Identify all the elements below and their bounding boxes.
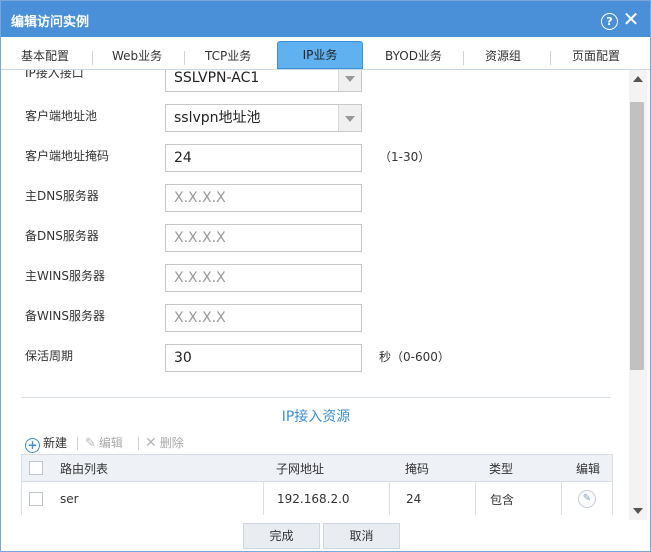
- client-pool-select[interactable]: sslvpn地址池: [165, 104, 362, 132]
- client-mask-hint: （1-30）: [379, 150, 431, 164]
- new-label: 新建: [43, 436, 68, 450]
- tab-divider: [550, 51, 551, 65]
- cell-route-list: ser: [60, 492, 79, 506]
- primary-dns-input[interactable]: X.X.X.X: [165, 184, 362, 212]
- pencil-icon: ✎: [85, 436, 96, 451]
- column-header-mask[interactable]: 掩码: [405, 455, 475, 481]
- client-pool-value: sslvpn地址池: [174, 110, 261, 126]
- backup-wins-input[interactable]: X.X.X.X: [165, 304, 362, 332]
- table-row[interactable]: ser 192.168.2.0 24 包含 ✎: [22, 482, 612, 515]
- row-checkbox-cell: [22, 482, 50, 515]
- tab-page-config[interactable]: 页面配置: [572, 44, 620, 68]
- plus-icon: +: [25, 438, 40, 453]
- scrollbar-thumb[interactable]: [630, 102, 644, 370]
- tab-ip-service[interactable]: IP业务: [277, 41, 363, 69]
- client-mask-input[interactable]: 24: [165, 144, 362, 172]
- backup-dns-label: 备DNS服务器: [25, 229, 99, 243]
- tab-divider: [92, 51, 93, 65]
- keepalive-hint: 秒（0-600）: [379, 350, 450, 364]
- dialog-title: 编辑访问实例: [11, 15, 90, 30]
- row-checkbox[interactable]: [29, 492, 43, 506]
- column-header-subnet[interactable]: 子网地址: [276, 455, 386, 481]
- ip-resources-title: IP接入资源: [281, 409, 351, 425]
- delete-button[interactable]: ✕ 删除: [145, 434, 184, 452]
- ip-access-interface-select[interactable]: SSLVPN-AC1: [165, 70, 362, 92]
- ip-access-interface-label: IP接入接口: [25, 70, 84, 80]
- vertical-scrollbar[interactable]: [629, 70, 647, 520]
- keepalive-label: 保活周期: [25, 349, 74, 363]
- primary-wins-input[interactable]: X.X.X.X: [165, 264, 362, 292]
- select-all-checkbox[interactable]: [29, 461, 43, 475]
- cell-type: 包含: [475, 482, 561, 515]
- tab-divider: [184, 51, 185, 65]
- section-divider: [21, 397, 611, 398]
- edit-access-instance-dialog: 编辑访问实例 ? ✕ 基本配置 Web业务 TCP业务 IP业务 BYOD业务 …: [0, 0, 651, 552]
- ip-access-interface-value: SSLVPN-AC1: [174, 70, 260, 86]
- tab-basic-config[interactable]: 基本配置: [21, 44, 69, 68]
- column-header-type[interactable]: 类型: [489, 455, 559, 481]
- tab-resource-group[interactable]: 资源组: [485, 44, 521, 68]
- header-checkbox-cell: [22, 455, 50, 481]
- new-button[interactable]: + 新建: [25, 434, 68, 453]
- client-mask-label: 客户端地址掩码: [25, 149, 110, 163]
- cancel-button[interactable]: 取消: [323, 523, 400, 549]
- keepalive-input[interactable]: 30: [165, 344, 362, 372]
- tab-byod-service[interactable]: BYOD业务: [385, 44, 442, 68]
- cell-mask: 24: [389, 482, 475, 515]
- help-icon[interactable]: ?: [601, 13, 618, 30]
- cell-subnet: 192.168.2.0: [263, 482, 389, 515]
- tab-divider: [463, 51, 464, 65]
- ip-resources-table: 路由列表 子网地址 掩码 类型 编辑 ser 192.168.2.0 24 包含…: [21, 454, 613, 515]
- edit-label: 编辑: [98, 436, 123, 450]
- column-header-route-list[interactable]: 路由列表: [60, 455, 260, 481]
- dialog-titlebar: 编辑访问实例 ? ✕: [1, 1, 650, 37]
- scroll-down-arrow-icon[interactable]: [633, 508, 643, 514]
- close-icon[interactable]: ✕: [621, 9, 641, 29]
- tab-bar: 基本配置 Web业务 TCP业务 IP业务 BYOD业务 资源组 页面配置: [1, 37, 650, 70]
- backup-dns-input[interactable]: X.X.X.X: [165, 224, 362, 252]
- edit-pencil-icon[interactable]: ✎: [578, 490, 596, 508]
- primary-dns-label: 主DNS服务器: [25, 189, 99, 203]
- tab-tcp-service[interactable]: TCP业务: [205, 44, 251, 68]
- primary-wins-label: 主WINS服务器: [25, 269, 105, 283]
- finish-button[interactable]: 完成: [243, 523, 320, 549]
- edit-button[interactable]: ✎ 编辑: [85, 434, 123, 452]
- cell-edit: ✎: [561, 482, 612, 515]
- backup-wins-label: 备WINS服务器: [25, 309, 105, 323]
- dropdown-arrow-icon[interactable]: [338, 70, 361, 91]
- column-header-edit: 编辑: [576, 461, 601, 476]
- toolbar-divider: [77, 437, 78, 450]
- toolbar-divider: [138, 437, 139, 450]
- tab-web-service[interactable]: Web业务: [112, 44, 162, 68]
- delete-label: 删除: [159, 436, 184, 450]
- delete-x-icon: ✕: [145, 435, 157, 451]
- form-content: IP接入接口 SSLVPN-AC1 客户端地址池 sslvpn地址池 客户端地址…: [1, 70, 629, 515]
- table-header: 路由列表 子网地址 掩码 类型 编辑: [22, 455, 612, 482]
- scroll-up-arrow-icon[interactable]: [633, 76, 643, 82]
- client-pool-label: 客户端地址池: [25, 109, 98, 123]
- dropdown-arrow-icon[interactable]: [338, 105, 361, 131]
